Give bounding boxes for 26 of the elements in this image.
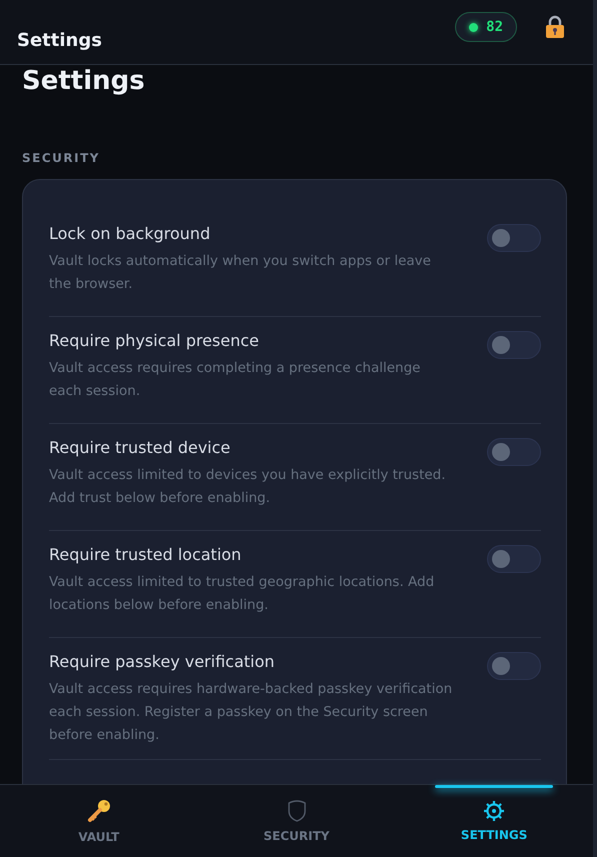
shield-tab[interactable]: SECURITY — [198, 785, 396, 857]
page-title: Settings — [22, 65, 146, 97]
setting-description: Vault locks automatically when you switch apps or leave the browser. — [49, 252, 432, 294]
toggle-switch[interactable] — [487, 545, 541, 573]
setting-description: Vault access requires completing a presence challenge each session. — [49, 359, 422, 401]
shield-icon — [286, 799, 308, 823]
setting-title: Require passkey verification — [49, 652, 276, 672]
padlock-icon[interactable] — [545, 15, 565, 39]
setting-title: Require trusted device — [49, 438, 232, 458]
setting-title: Require physical presence — [49, 331, 260, 351]
toggle-switch[interactable] — [487, 438, 541, 466]
setting-title: Require trusted location — [49, 545, 242, 565]
key-icon — [86, 798, 112, 824]
setting-description: Vault access limited to trusted geographic locations. Add locations below before enabling. — [49, 573, 436, 615]
gear-icon — [483, 800, 506, 822]
toggle-switch[interactable] — [487, 224, 541, 252]
key-tab[interactable]: VAULT — [0, 785, 198, 857]
status-value: 82 — [486, 19, 503, 35]
toggle-switch[interactable] — [487, 652, 541, 680]
setting-title: Lock on background — [49, 224, 212, 244]
toggle-switch[interactable] — [487, 331, 541, 359]
section-label: SECURITY — [22, 151, 101, 165]
setting-description: Vault access limited to devices you have explicitly trusted. Add trust below before enabling. — [49, 466, 447, 508]
setting-description: Vault access requires hardware-backed passkey verification each session. Register a passkey on the Security screen before enabling. — [49, 680, 454, 745]
gear-tab[interactable]: SETTINGS — [395, 785, 593, 857]
header-title: Settings — [17, 30, 102, 50]
